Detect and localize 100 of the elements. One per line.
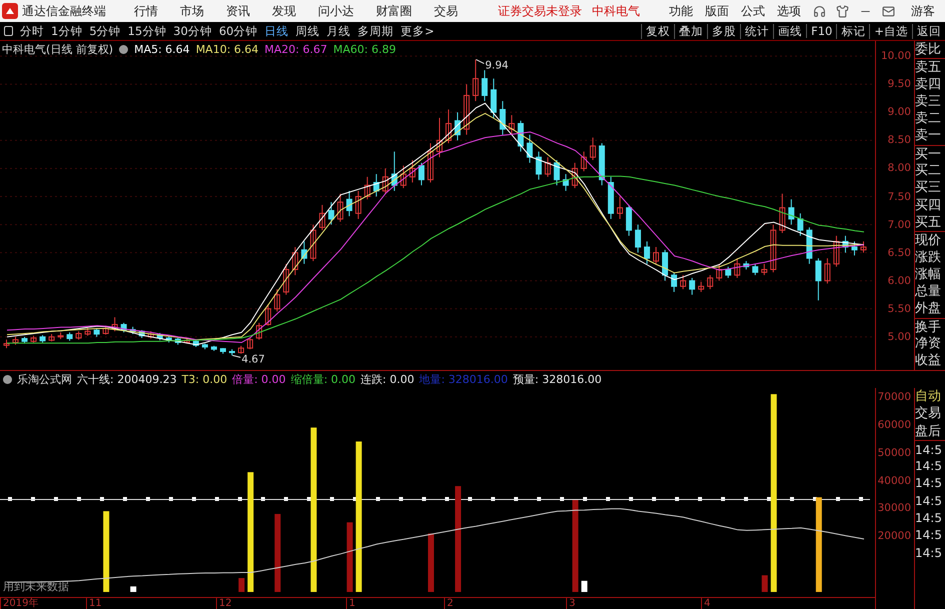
menu-item[interactable]: 发现 — [272, 2, 296, 20]
candlestick — [382, 168, 388, 194]
toolbar-button[interactable]: 叠加 — [674, 24, 708, 38]
ma-value: MA60: 6.89 — [333, 43, 396, 56]
price-axis-label: 5.00 — [888, 330, 911, 343]
user-label[interactable]: 游客 — [911, 2, 935, 20]
panel-toggle-icon[interactable] — [4, 26, 13, 36]
menu-item[interactable]: 版面 — [705, 2, 729, 20]
menu-item[interactable]: 选项 — [777, 2, 801, 20]
quote-field-label: 收益 — [915, 352, 942, 370]
period-tab[interactable]: 日线 — [264, 24, 289, 38]
candlestick — [644, 240, 650, 264]
toolbar-button[interactable]: 标记 — [836, 24, 870, 38]
period-tab[interactable]: 60分钟 — [218, 24, 258, 38]
candlestick — [562, 174, 569, 192]
menu-item[interactable]: 公式 — [741, 2, 765, 20]
candlestick — [418, 162, 424, 186]
period-tab[interactable]: 5分钟 — [89, 24, 121, 38]
period-tab[interactable]: 分时 — [20, 24, 44, 38]
candlestick — [166, 335, 172, 343]
quote-field-label: 换手 — [915, 318, 945, 336]
menu-item[interactable]: 财富圈 — [376, 2, 412, 20]
login-status[interactable]: 证券交易未登录 — [498, 2, 582, 20]
candlestick — [761, 263, 768, 276]
toolbar-button[interactable]: 复权 — [641, 24, 674, 38]
more-button[interactable]: 更多> — [400, 24, 434, 38]
candlestick — [518, 120, 524, 152]
date-axis-label: 11 — [86, 598, 102, 609]
candlestick — [680, 274, 686, 290]
indicator-value: 地量: 328016.00 — [419, 372, 508, 387]
quote-field-label: 买二 — [915, 162, 942, 180]
menu-item[interactable]: 问小达 — [318, 2, 354, 20]
price-axis-label: 8.50 — [888, 134, 911, 146]
candlestick — [671, 272, 678, 292]
candlestick — [22, 336, 28, 344]
toolbar-button[interactable]: F10 — [806, 24, 836, 38]
settings-icon[interactable] — [119, 45, 128, 54]
menu-item[interactable]: 交易 — [434, 2, 458, 20]
shirt-icon[interactable] — [836, 4, 849, 18]
headset-icon[interactable] — [813, 4, 826, 18]
candlestick — [210, 345, 217, 352]
menu-item[interactable]: 功能 — [669, 2, 693, 20]
period-tab[interactable]: 月线 — [326, 24, 351, 38]
stock-name: 中科电气 — [592, 2, 640, 20]
candlestick — [84, 327, 91, 336]
menu-item[interactable]: 资讯 — [226, 2, 250, 20]
candlestick — [698, 281, 704, 292]
candlestick — [689, 277, 696, 296]
candlestick — [364, 176, 370, 200]
period-tab[interactable]: 1分钟 — [51, 24, 82, 38]
period-tab[interactable]: 周线 — [296, 24, 320, 38]
mode-button[interactable]: 自动 — [915, 388, 945, 406]
candlestick — [851, 240, 858, 256]
period-tab[interactable]: 多周期 — [358, 24, 394, 38]
candlestick — [102, 325, 109, 336]
candlestick — [788, 198, 794, 226]
candlestick — [482, 70, 488, 102]
candlestick — [490, 78, 497, 118]
candlestick — [373, 174, 380, 198]
period-tab[interactable]: 30分钟 — [173, 24, 212, 38]
candlestick — [743, 260, 750, 270]
candlestick — [66, 332, 73, 342]
indicator-value: 连跌: 0.00 — [360, 372, 414, 387]
menu-item[interactable]: 市场 — [180, 2, 204, 20]
mail-icon[interactable] — [882, 4, 895, 18]
candlestick — [436, 117, 442, 158]
toolbar-button[interactable]: 统计 — [740, 24, 774, 38]
candlestick — [536, 151, 542, 180]
toolbar-button[interactable]: +自选 — [869, 24, 912, 38]
trade-time: 14:5 — [915, 544, 943, 561]
price-axis-label: 9.50 — [888, 78, 911, 90]
toolbar-button[interactable]: 画线 — [773, 24, 806, 38]
indicator-value: T3: 0.00 — [182, 373, 228, 386]
candlestick — [40, 334, 46, 343]
toolbar-button[interactable]: 多股 — [707, 24, 740, 38]
candlestick — [707, 274, 714, 290]
quote-field-label: 涨幅 — [915, 266, 942, 284]
candlestick — [94, 328, 100, 338]
trade-time: 14:5 — [915, 510, 943, 526]
period-tab[interactable]: 15分钟 — [128, 24, 166, 38]
candlestick — [779, 193, 786, 234]
toolbar-button[interactable]: 返回 — [912, 24, 945, 38]
indicator-name: 乐淘公式网 — [17, 372, 72, 387]
price-axis-label: 6.00 — [888, 274, 911, 287]
candlestick — [815, 258, 822, 301]
settings-icon[interactable] — [3, 375, 12, 384]
candlestick — [292, 246, 298, 276]
candlestick — [544, 156, 551, 178]
candlestick — [824, 258, 830, 284]
candlestick — [626, 204, 632, 236]
indicator-value: 六十线: 200409.23 — [77, 372, 177, 387]
trade-time: 14:5 — [915, 475, 943, 492]
menu-item[interactable]: 行情 — [134, 2, 158, 20]
quote-field-label: 买一 — [915, 144, 945, 162]
date-axis-label: 12 — [216, 598, 232, 609]
quote-field-label: 卖三 — [915, 92, 942, 110]
candlestick — [860, 240, 866, 254]
price-axis-label: 9.00 — [888, 106, 911, 118]
date-axis-label: 1 — [346, 598, 356, 609]
candlestick — [12, 336, 19, 346]
